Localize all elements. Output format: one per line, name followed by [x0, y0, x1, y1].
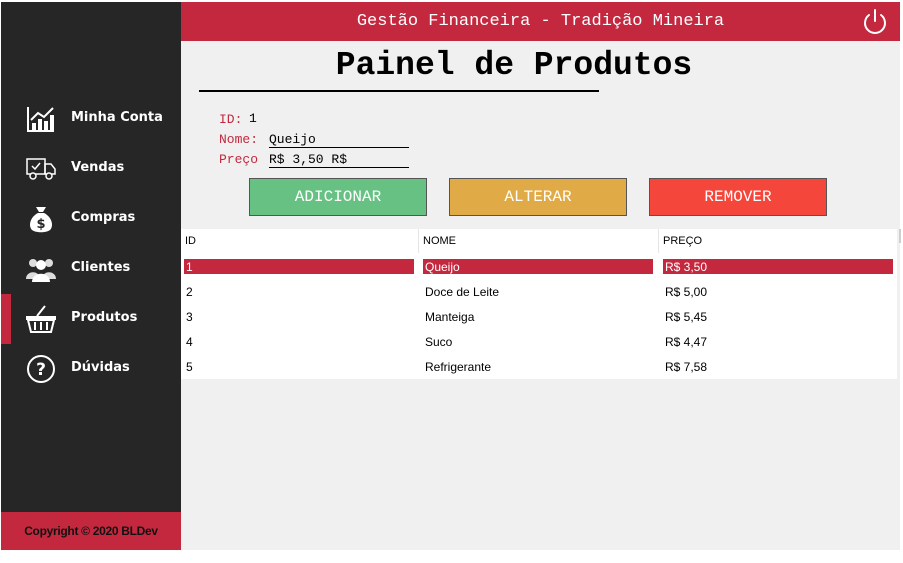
sidebar-item-label: Minha Conta: [71, 110, 163, 125]
sidebar-item-clientes[interactable]: Clientes: [1, 244, 181, 294]
table-row[interactable]: 2 Doce de Leite R$ 5,00: [181, 279, 897, 304]
cell-id: 2: [186, 284, 193, 299]
cell-price: R$ 5,45: [665, 309, 708, 324]
sidebar-item-minha-conta[interactable]: Minha Conta: [1, 94, 181, 144]
add-button[interactable]: ADICIONAR: [249, 178, 427, 216]
table-row[interactable]: 5 Refrigerante R$ 7,58: [181, 354, 897, 379]
name-label: Nome:: [219, 132, 259, 147]
app-title: Gestão Financeira - Tradição Mineira: [356, 12, 725, 31]
column-header-preco[interactable]: PREÇO: [659, 229, 897, 253]
cell-name: Suco: [425, 334, 453, 349]
sidebar-item-compras[interactable]: $ Compras: [1, 194, 181, 244]
table-row[interactable]: 3 Manteiga R$ 5,45: [181, 304, 897, 329]
cell-id: 3: [186, 309, 193, 324]
cell-price: R$ 3,50: [663, 259, 893, 274]
name-field[interactable]: [269, 131, 409, 148]
sidebar: Minha Conta Vendas $ Compras Clientes Pr…: [1, 2, 181, 550]
table-row[interactable]: 4 Suco R$ 4,47: [181, 329, 897, 354]
id-label: ID:: [219, 112, 243, 127]
cell-id: 5: [186, 359, 193, 374]
cell-price: R$ 4,47: [665, 334, 708, 349]
column-header-id[interactable]: ID: [181, 229, 419, 253]
cell-name: Manteiga: [425, 309, 475, 324]
power-button[interactable]: [860, 7, 890, 37]
app-header: Gestão Financeira - Tradição Mineira: [181, 2, 900, 41]
copyright-footer: Copyright © 2020 BLDev: [1, 512, 181, 550]
power-icon: [864, 9, 886, 34]
products-table: ID NOME PREÇO 1 Queijo R$ 3,50 2 Doce de…: [181, 229, 897, 379]
page-title: Painel de Produtos: [335, 47, 693, 84]
table-scrollbar[interactable]: [899, 229, 901, 243]
main-panel: Painel de Produtos ID: 1 Nome: Preço ADI…: [181, 41, 901, 550]
cell-id: 1: [184, 259, 414, 274]
sidebar-item-label: Vendas: [71, 160, 125, 175]
svg-text:$: $: [36, 217, 45, 232]
cell-name: Queijo: [423, 259, 653, 274]
cell-name: Refrigerante: [425, 359, 492, 374]
sidebar-item-duvidas[interactable]: ? Dúvidas: [1, 344, 181, 394]
sidebar-item-label: Compras: [71, 210, 136, 225]
active-indicator: [1, 294, 11, 344]
title-underline: [199, 90, 599, 92]
column-header-nome[interactable]: NOME: [419, 229, 659, 253]
price-field[interactable]: [269, 151, 409, 168]
chart-icon: [25, 104, 57, 134]
delivery-truck-icon: [25, 154, 57, 184]
table-row[interactable]: 1 Queijo R$ 3,50: [181, 254, 897, 279]
cell-price: R$ 5,00: [665, 284, 708, 299]
question-icon: ?: [25, 354, 57, 384]
sidebar-item-vendas[interactable]: Vendas: [1, 144, 181, 194]
cell-id: 4: [186, 334, 193, 349]
sidebar-item-produtos[interactable]: Produtos: [1, 294, 181, 344]
price-label: Preço: [219, 152, 259, 167]
svg-text:?: ?: [36, 360, 46, 380]
sidebar-item-label: Clientes: [71, 260, 131, 275]
cell-price: R$ 7,58: [665, 359, 708, 374]
remove-button[interactable]: REMOVER: [649, 178, 827, 216]
sidebar-item-label: Produtos: [71, 310, 138, 325]
sidebar-item-label: Dúvidas: [71, 360, 130, 375]
id-value: 1: [249, 111, 257, 126]
money-bag-icon: $: [25, 204, 57, 234]
alter-button[interactable]: ALTERAR: [449, 178, 627, 216]
basket-icon: [25, 304, 57, 334]
cell-name: Doce de Leite: [425, 284, 500, 299]
people-icon: [25, 254, 57, 284]
